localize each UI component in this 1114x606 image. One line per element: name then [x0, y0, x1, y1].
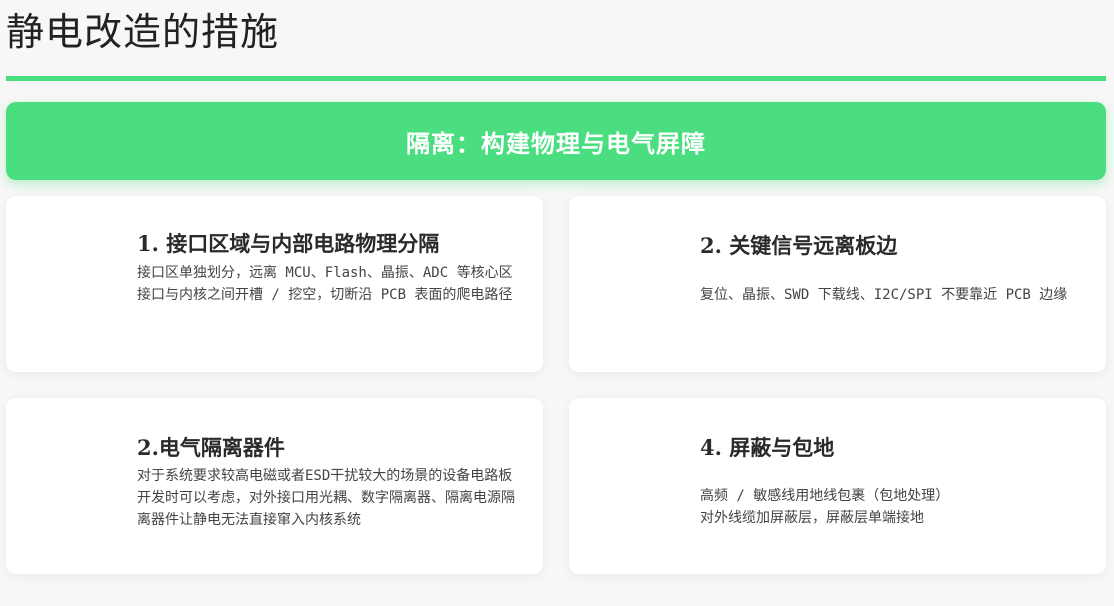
measure-card-signal-away-from-edge: 2. 关键信号远离板边 复位、晶振、SWD 下载线、I2C/SPI 不要靠近 P… [569, 196, 1106, 372]
page-title: 静电改造的措施 [6, 10, 280, 54]
card-body: 高频 / 敏感线用地线包裹（包地处理） 对外线缆加屏蔽层，屏蔽层单端接地 [700, 485, 1080, 529]
measure-card-electrical-isolation: 2.电气隔离器件 对于系统要求较高电磁或者ESD干扰较大的场景的设备电路板开发时… [6, 398, 543, 574]
card-title: 1. 接口区域与内部电路物理分隔 [137, 231, 440, 256]
card-line: 高频 / 敏感线用地线包裹（包地处理） [700, 488, 950, 504]
card-title: 2. 关键信号远离板边 [700, 233, 898, 258]
card-line: 对外线缆加屏蔽层，屏蔽层单端接地 [700, 510, 924, 526]
banner-text: 隔离：构建物理与电气屏障 [406, 128, 706, 158]
section-banner: 隔离：构建物理与电气屏障 [6, 102, 1106, 180]
card-line: 复位、晶振、SWD 下载线、I2C/SPI 不要靠近 PCB 边缘 [700, 287, 1068, 303]
title-underline [6, 76, 1106, 81]
card-body: 复位、晶振、SWD 下载线、I2C/SPI 不要靠近 PCB 边缘 [700, 284, 1080, 306]
card-title: 2.电气隔离器件 [137, 435, 285, 460]
card-title: 4. 屏蔽与包地 [700, 435, 835, 460]
card-body: 接口区单独划分，远离 MCU、Flash、晶振、ADC 等核心区 接口与内核之间… [137, 262, 517, 306]
measure-card-shielding-grounding: 4. 屏蔽与包地 高频 / 敏感线用地线包裹（包地处理） 对外线缆加屏蔽层，屏蔽… [569, 398, 1106, 574]
card-line: 对于系统要求较高电磁或者ESD干扰较大的场景的设备电路板开发时可以考虑，对外接口… [137, 468, 515, 528]
measure-card-interface-separation: 1. 接口区域与内部电路物理分隔 接口区单独划分，远离 MCU、Flash、晶振… [6, 196, 543, 372]
card-line: 接口区单独划分，远离 MCU、Flash、晶振、ADC 等核心区 [137, 265, 513, 281]
card-body: 对于系统要求较高电磁或者ESD干扰较大的场景的设备电路板开发时可以考虑，对外接口… [137, 465, 517, 531]
card-line: 接口与内核之间开槽 / 挖空，切断沿 PCB 表面的爬电路径 [137, 287, 513, 303]
